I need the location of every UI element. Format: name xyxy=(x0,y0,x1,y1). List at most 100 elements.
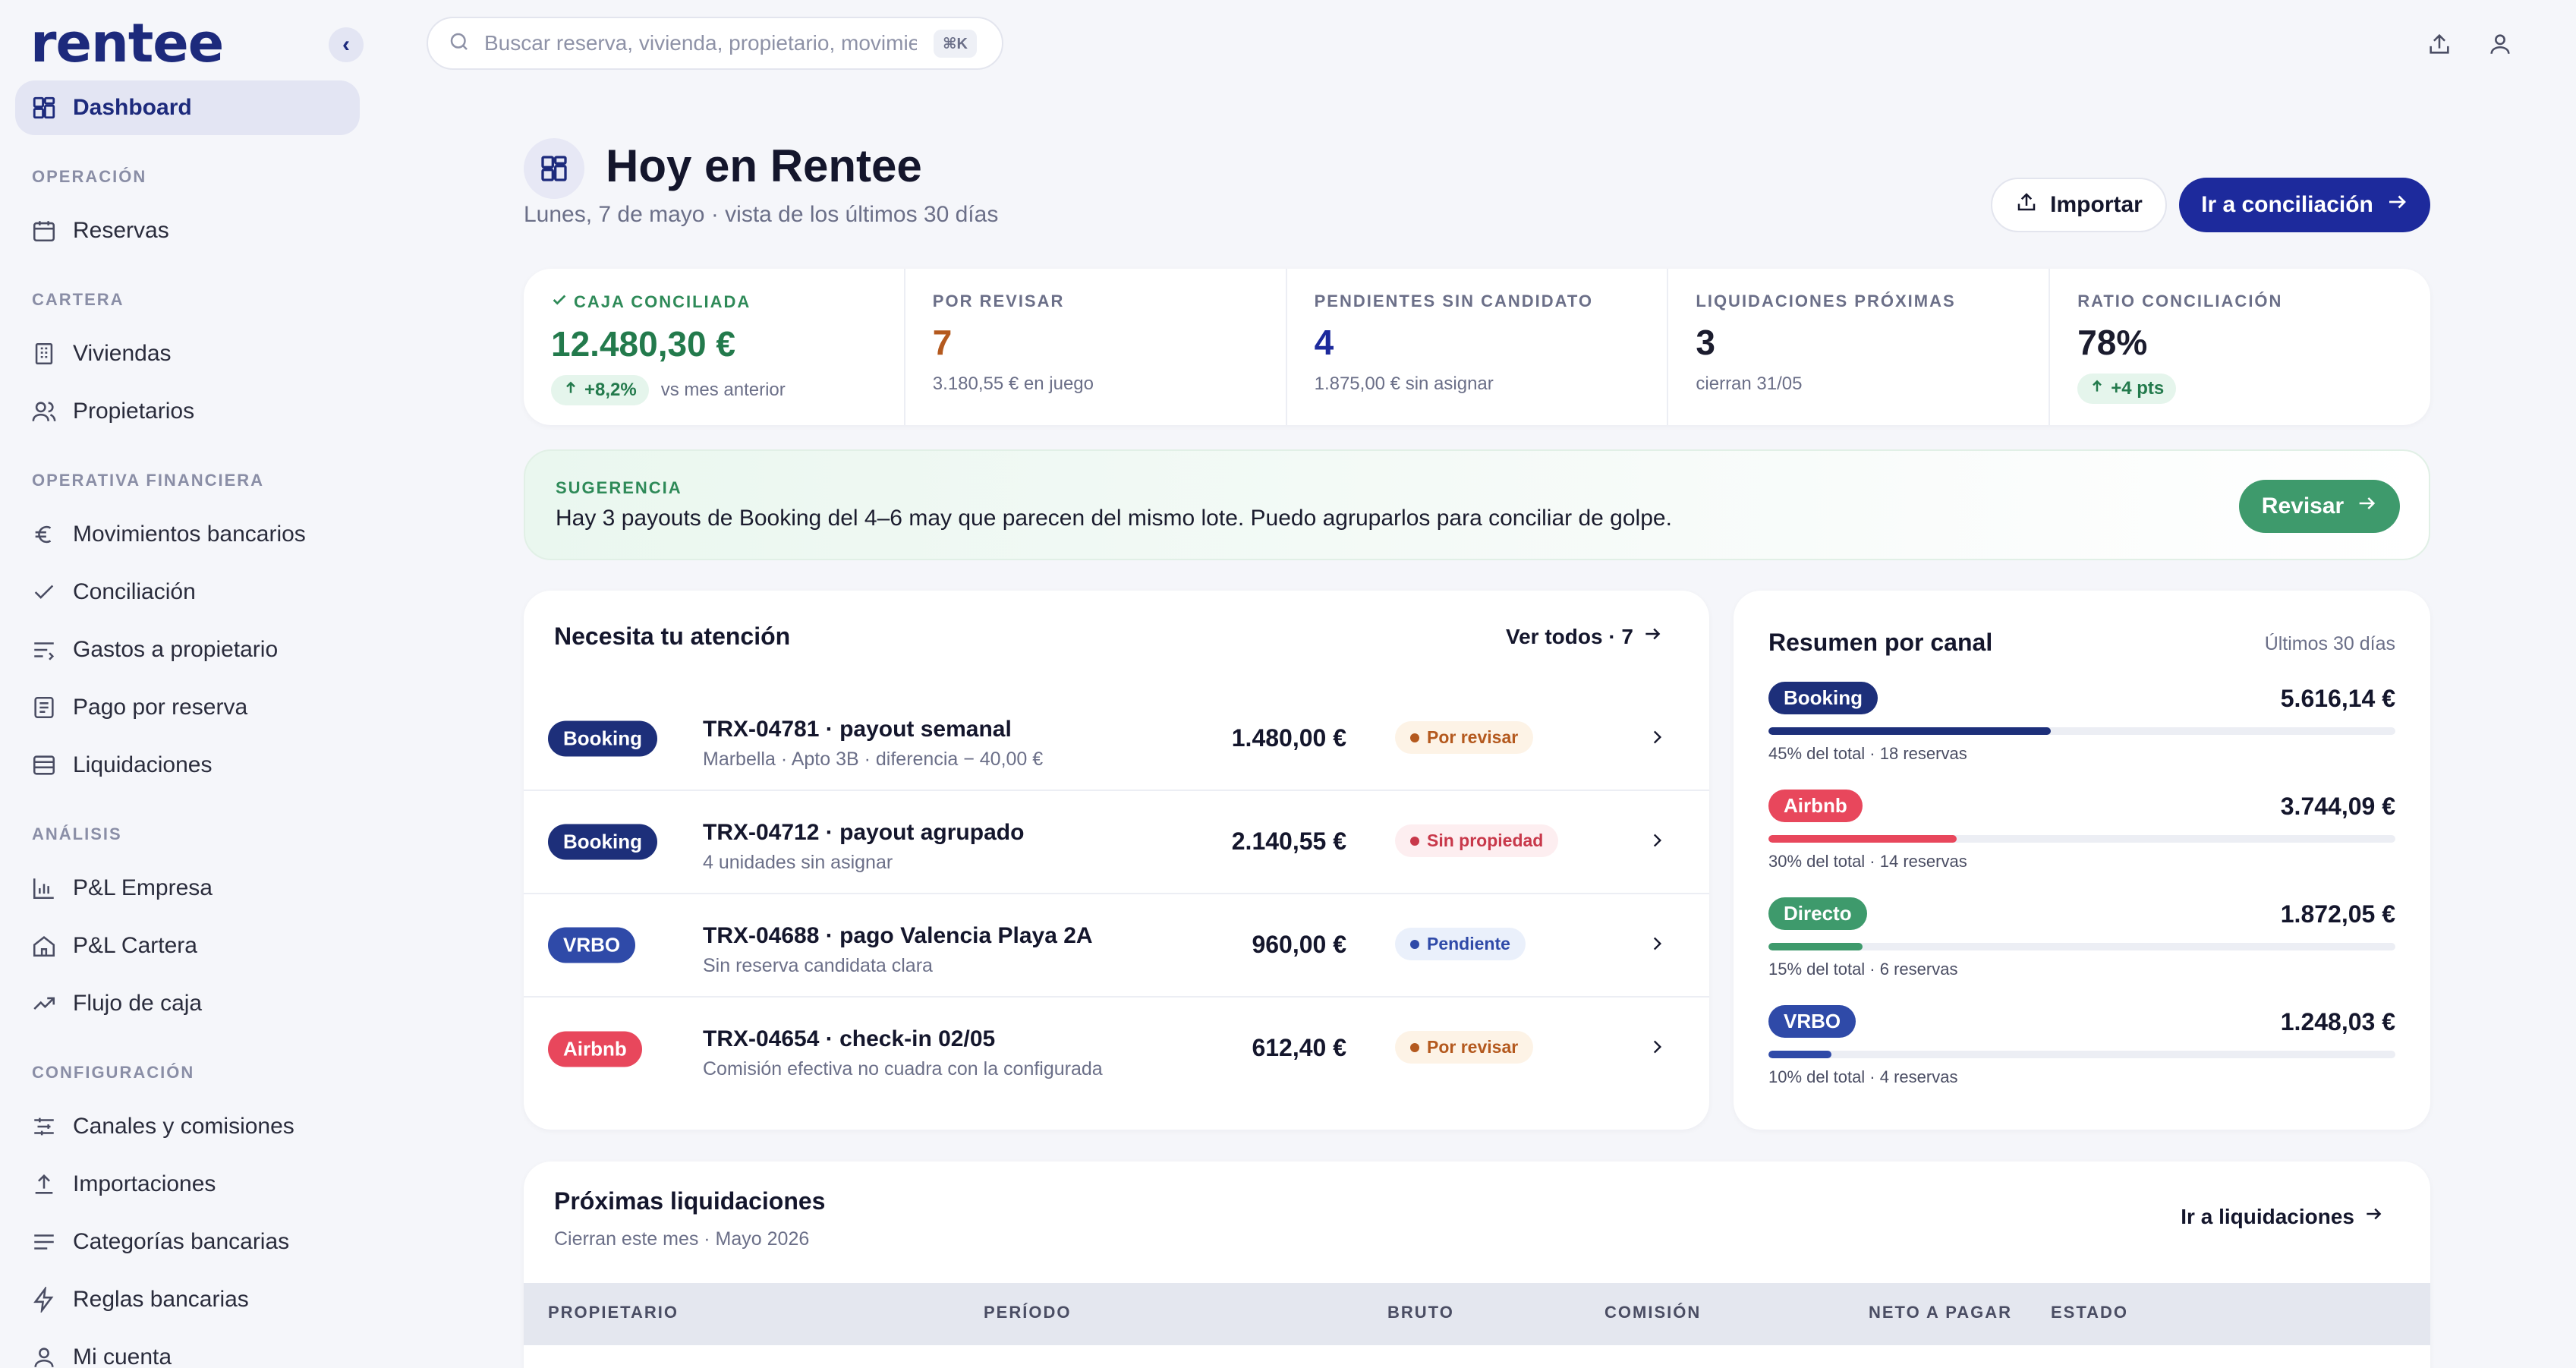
sidebar-item-categorias[interactable]: Categorías bancarias xyxy=(15,1219,360,1265)
kpi-value: 4 xyxy=(1314,323,1334,362)
sidebar-item-label: Reglas bancarias xyxy=(73,1287,249,1312)
chevron-right-icon[interactable] xyxy=(1647,831,1667,854)
column-header[interactable]: PERÍODO xyxy=(984,1303,1071,1322)
kpi-sub: +8,2% vs mes anterior xyxy=(551,375,877,405)
attention-row[interactable]: Booking TRX-04712 · payout agrupado 4 unid… xyxy=(524,791,1709,894)
channel-desc: 30% del total · 14 reservas xyxy=(1768,852,1967,871)
sidebar-item-gastos[interactable]: Gastos a propietario xyxy=(15,627,360,673)
sidebar-item-label: Conciliación xyxy=(73,579,196,604)
sidebar-item-reservas[interactable]: Reservas xyxy=(15,208,360,254)
kpi-ratio[interactable]: RATIO CONCILIACIÓN 78% +4 pts xyxy=(2050,269,2430,425)
see-all-label: Ver todos · 7 xyxy=(1505,624,1633,648)
sidebar-item-label: P&L Cartera xyxy=(73,933,197,958)
sidebar-item-canales[interactable]: Canales y comisiones xyxy=(15,1104,360,1149)
arrow-right-icon xyxy=(2363,1204,2383,1229)
collapse-sidebar-button[interactable]: ‹ xyxy=(329,27,364,62)
sidebar-item-pl-cartera[interactable]: P&L Cartera xyxy=(15,923,360,969)
sidebar: rentee ‹ Dashboard OPERACIÓN Reservas CA… xyxy=(0,0,376,1368)
channel-summary-item[interactable]: VRBO 1.248,03 € 10% del total · 4 reservas xyxy=(1768,1005,2395,1096)
building-icon xyxy=(30,340,58,367)
suggestion-label: SUGERENCIA xyxy=(556,478,682,497)
import-label: Importar xyxy=(2050,192,2143,217)
attention-row[interactable]: VRBO TRX-04688 · pago Valencia Playa 2A Si… xyxy=(524,894,1709,998)
sidebar-item-movimientos[interactable]: Movimientos bancarios xyxy=(15,512,360,557)
sidebar-item-flujo[interactable]: Flujo de caja xyxy=(15,981,360,1026)
chevron-right-icon[interactable] xyxy=(1647,1037,1667,1061)
channel-badge: VRBO xyxy=(548,927,636,963)
status-text: Por revisar xyxy=(1427,1037,1519,1057)
kpi-pendientes[interactable]: PENDIENTES SIN CANDIDATO 4 1.875,00 € si… xyxy=(1287,269,1669,425)
settlements-card: Próximas liquidaciones Cierran este mes … xyxy=(524,1162,2430,1368)
logo[interactable]: rentee xyxy=(30,12,224,74)
attention-row[interactable]: Airbnb TRX-04654 · check-in 02/05 Comisión… xyxy=(524,998,1709,1101)
channel-summary-item[interactable]: Booking 5.616,14 € 45% del total · 18 rese… xyxy=(1768,682,2395,773)
column-header[interactable]: NETO A PAGAR xyxy=(1869,1303,2012,1322)
arrow-right-icon xyxy=(1642,624,1662,649)
sidebar-item-label: Viviendas xyxy=(73,341,172,366)
column-header[interactable]: ESTADO xyxy=(2051,1303,2128,1322)
kpi-value: 3 xyxy=(1696,323,1715,362)
transaction-title: TRX-04688 · pago Valencia Playa 2A xyxy=(703,923,1093,948)
column-header[interactable]: PROPIETARIO xyxy=(548,1303,679,1322)
channel-badge: Booking xyxy=(548,720,657,757)
sidebar-item-liquidaciones[interactable]: Liquidaciones xyxy=(15,742,360,788)
sidebar-item-cuenta[interactable]: Mi cuenta xyxy=(15,1335,360,1368)
review-button[interactable]: Revisar xyxy=(2239,480,2400,533)
column-header[interactable]: COMISIÓN xyxy=(1604,1303,1701,1322)
page-subtitle: Lunes, 7 de mayo · vista de los últimos … xyxy=(524,202,999,227)
sidebar-item-viviendas[interactable]: Viviendas xyxy=(15,331,360,377)
transaction-desc: Comisión efectiva no cuadra con la confi… xyxy=(703,1058,1103,1080)
kpi-row: CAJA CONCILIADA 12.480,30 € +8,2% vs mes… xyxy=(524,269,2430,425)
column-header[interactable]: BRUTO xyxy=(1387,1303,1454,1322)
status-dot xyxy=(1410,1042,1419,1052)
chevron-right-icon[interactable] xyxy=(1647,727,1667,751)
kpi-label-text: CAJA CONCILIADA xyxy=(574,292,751,311)
channel-amount: 5.616,14 € xyxy=(2280,685,2395,712)
see-all-link[interactable]: Ver todos · 7 xyxy=(1506,624,1662,649)
channel-summary-item[interactable]: Directo 1.872,05 € 15% del total · 6 reser… xyxy=(1768,897,2395,988)
upload-icon[interactable] xyxy=(2421,26,2458,62)
import-button[interactable]: Importar xyxy=(1991,178,2167,232)
kpi-caja-conciliada[interactable]: CAJA CONCILIADA 12.480,30 € +8,2% vs mes… xyxy=(524,269,905,425)
user-icon[interactable] xyxy=(2482,26,2518,62)
suggestion-banner: SUGERENCIA Hay 3 payouts de Booking del … xyxy=(524,449,2430,560)
kpi-value: 12.480,30 € xyxy=(551,324,736,364)
delta-text: +8,2% xyxy=(584,380,637,400)
settlements-table-header: PROPIETARIO PERÍODO BRUTO COMISIÓN NETO … xyxy=(524,1283,2430,1345)
sidebar-item-conciliacion[interactable]: Conciliación xyxy=(15,569,360,615)
channel-summary-item[interactable]: Airbnb 3.744,09 € 30% del total · 14 reser… xyxy=(1768,790,2395,881)
list-icon xyxy=(30,1228,58,1256)
transaction-amount: 960,00 € xyxy=(1252,931,1346,958)
status-badge: Por revisar xyxy=(1395,1031,1534,1064)
sidebar-item-dashboard[interactable]: Dashboard xyxy=(15,80,360,135)
nav-section-operacion: OPERACIÓN xyxy=(32,167,147,186)
kpi-por-revisar[interactable]: POR REVISAR 7 3.180,55 € en juego xyxy=(905,269,1287,425)
sliders-icon xyxy=(30,1113,58,1140)
transaction-title: TRX-04654 · check-in 02/05 xyxy=(703,1026,996,1051)
transaction-amount: 2.140,55 € xyxy=(1231,827,1346,855)
search-input[interactable]: Buscar reserva, vivienda, propietario, m… xyxy=(427,17,1003,70)
go-to-settlements-link[interactable]: Ir a liquidaciones xyxy=(2181,1204,2383,1229)
transaction-title: TRX-04781 · payout semanal xyxy=(703,717,1012,742)
chevron-right-icon[interactable] xyxy=(1647,934,1667,957)
sidebar-item-pago[interactable]: Pago por reserva xyxy=(15,685,360,730)
attention-row[interactable]: Booking TRX-04781 · payout semanal Marbell… xyxy=(524,688,1709,791)
go-to-reconciliation-button[interactable]: Ir a conciliación xyxy=(2179,178,2430,232)
transaction-amount: 1.480,00 € xyxy=(1231,724,1346,752)
share-bar xyxy=(1768,727,2395,735)
nav-section-analisis: ANÁLISIS xyxy=(32,824,122,843)
sidebar-item-label: Canales y comisiones xyxy=(73,1114,294,1139)
kpi-liquidaciones[interactable]: LIQUIDACIONES PRÓXIMAS 3 cierran 31/05 xyxy=(1668,269,2051,425)
sidebar-item-importaciones[interactable]: Importaciones xyxy=(15,1162,360,1207)
home-icon xyxy=(30,932,58,960)
channel-amount: 3.744,09 € xyxy=(2280,793,2395,820)
delta-badge: +4 pts xyxy=(2077,374,2177,404)
sidebar-item-propietarios[interactable]: Propietarios xyxy=(15,389,360,434)
sidebar-item-reglas[interactable]: Reglas bancarias xyxy=(15,1277,360,1322)
sidebar-item-label: Mi cuenta xyxy=(73,1344,172,1368)
sidebar-item-pl-empresa[interactable]: P&L Empresa xyxy=(15,865,360,911)
sidebar-item-label: P&L Empresa xyxy=(73,875,213,900)
sidebar-item-label: Propietarios xyxy=(73,399,195,424)
channel-badge: VRBO xyxy=(1768,1005,1856,1038)
sidebar-item-label: Flujo de caja xyxy=(73,991,203,1016)
